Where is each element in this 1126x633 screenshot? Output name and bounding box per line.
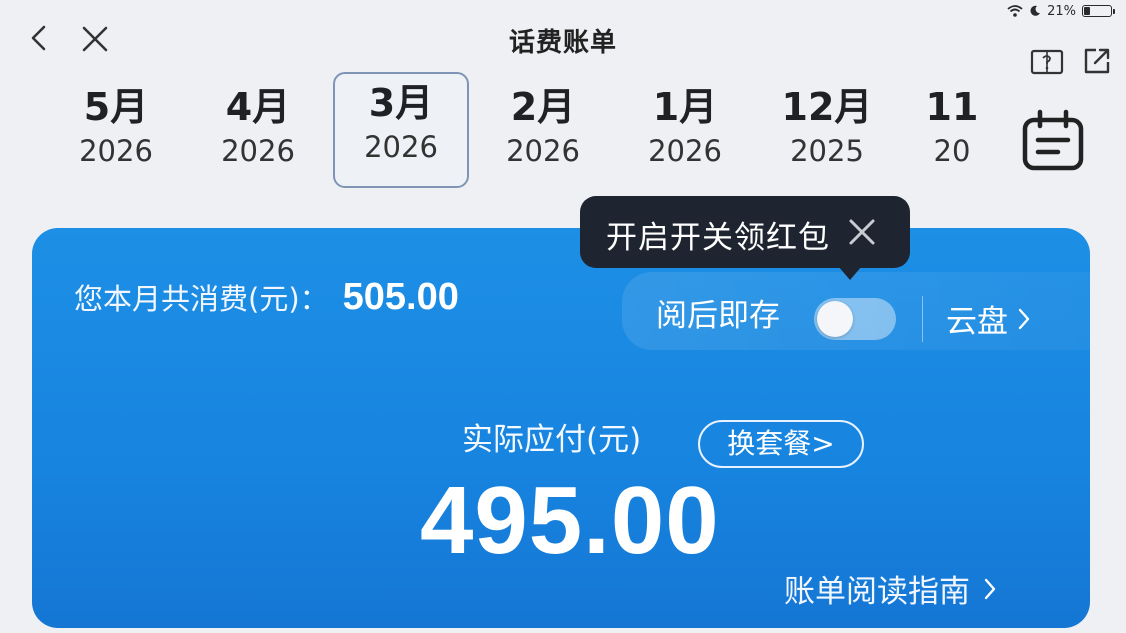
- bill-guide-link[interactable]: 账单阅读指南: [784, 566, 998, 611]
- year-label: 2026: [506, 134, 580, 168]
- month-label: 5月: [83, 85, 149, 129]
- month-label: 12月: [781, 85, 873, 129]
- year-label: 2026: [221, 134, 295, 168]
- share-export-icon[interactable]: [1082, 46, 1112, 76]
- change-plan-button[interactable]: 换套餐>: [698, 420, 864, 468]
- battery-percent: 21%: [1047, 3, 1076, 19]
- month-tab[interactable]: 3月 2026: [333, 72, 469, 188]
- save-toggle[interactable]: [814, 298, 896, 340]
- amount-due-value: 495.00: [420, 467, 720, 574]
- month-label: 2月: [510, 85, 576, 129]
- month-tab[interactable]: 12月 2025: [759, 78, 895, 188]
- wifi-icon: [1007, 5, 1023, 17]
- status-bar: 21%: [1007, 2, 1115, 20]
- spend-label: 您本月共消费(元)：: [74, 282, 329, 316]
- monthly-spend: 您本月共消费(元)： 505.00: [74, 276, 459, 319]
- month-label: 11: [925, 85, 979, 129]
- cloud-label: 云盘: [946, 304, 1008, 340]
- month-label: 3月: [368, 81, 434, 125]
- month-selector: 5月 2026 4月 2026 3月 2026 2月 2026 1月 2026 …: [48, 72, 998, 192]
- battery-icon: [1082, 5, 1115, 17]
- chevron-right-icon: [1018, 308, 1030, 329]
- tooltip-close-icon[interactable]: [846, 216, 878, 248]
- toggle-knob: [817, 301, 853, 337]
- chevron-right-icon: [984, 578, 996, 599]
- year-label: 2026: [79, 134, 153, 168]
- month-tab[interactable]: 5月 2026: [48, 78, 184, 188]
- month-tab[interactable]: 4月 2026: [190, 78, 326, 188]
- page-title: 话费账单: [508, 28, 617, 58]
- year-label: 20: [933, 134, 971, 168]
- year-label: 2025: [790, 134, 864, 168]
- calendar-icon[interactable]: [1018, 108, 1088, 174]
- help-book-icon[interactable]: [1030, 49, 1064, 77]
- month-label: 4月: [225, 85, 291, 129]
- month-scroll-fade: [990, 80, 1000, 190]
- red-packet-tooltip: 开启开关领红包: [580, 196, 910, 280]
- year-label: 2026: [364, 130, 438, 164]
- tooltip-text: 开启开关领红包: [606, 220, 830, 256]
- moon-icon: [1030, 5, 1041, 16]
- month-tab[interactable]: 11 20: [884, 78, 998, 188]
- year-label: 2026: [648, 134, 722, 168]
- cloud-drive-link[interactable]: 云盘: [946, 296, 1032, 341]
- month-label: 1月: [652, 85, 718, 129]
- guide-label: 账单阅读指南: [784, 574, 970, 610]
- amount-due-label: 实际应付(元): [462, 422, 642, 458]
- spend-value: 505.00: [342, 276, 459, 318]
- month-tab[interactable]: 2月 2026: [475, 78, 611, 188]
- save-after-read-label: 阅后即存: [656, 298, 780, 334]
- divider: [922, 296, 923, 342]
- month-tab[interactable]: 1月 2026: [617, 78, 753, 188]
